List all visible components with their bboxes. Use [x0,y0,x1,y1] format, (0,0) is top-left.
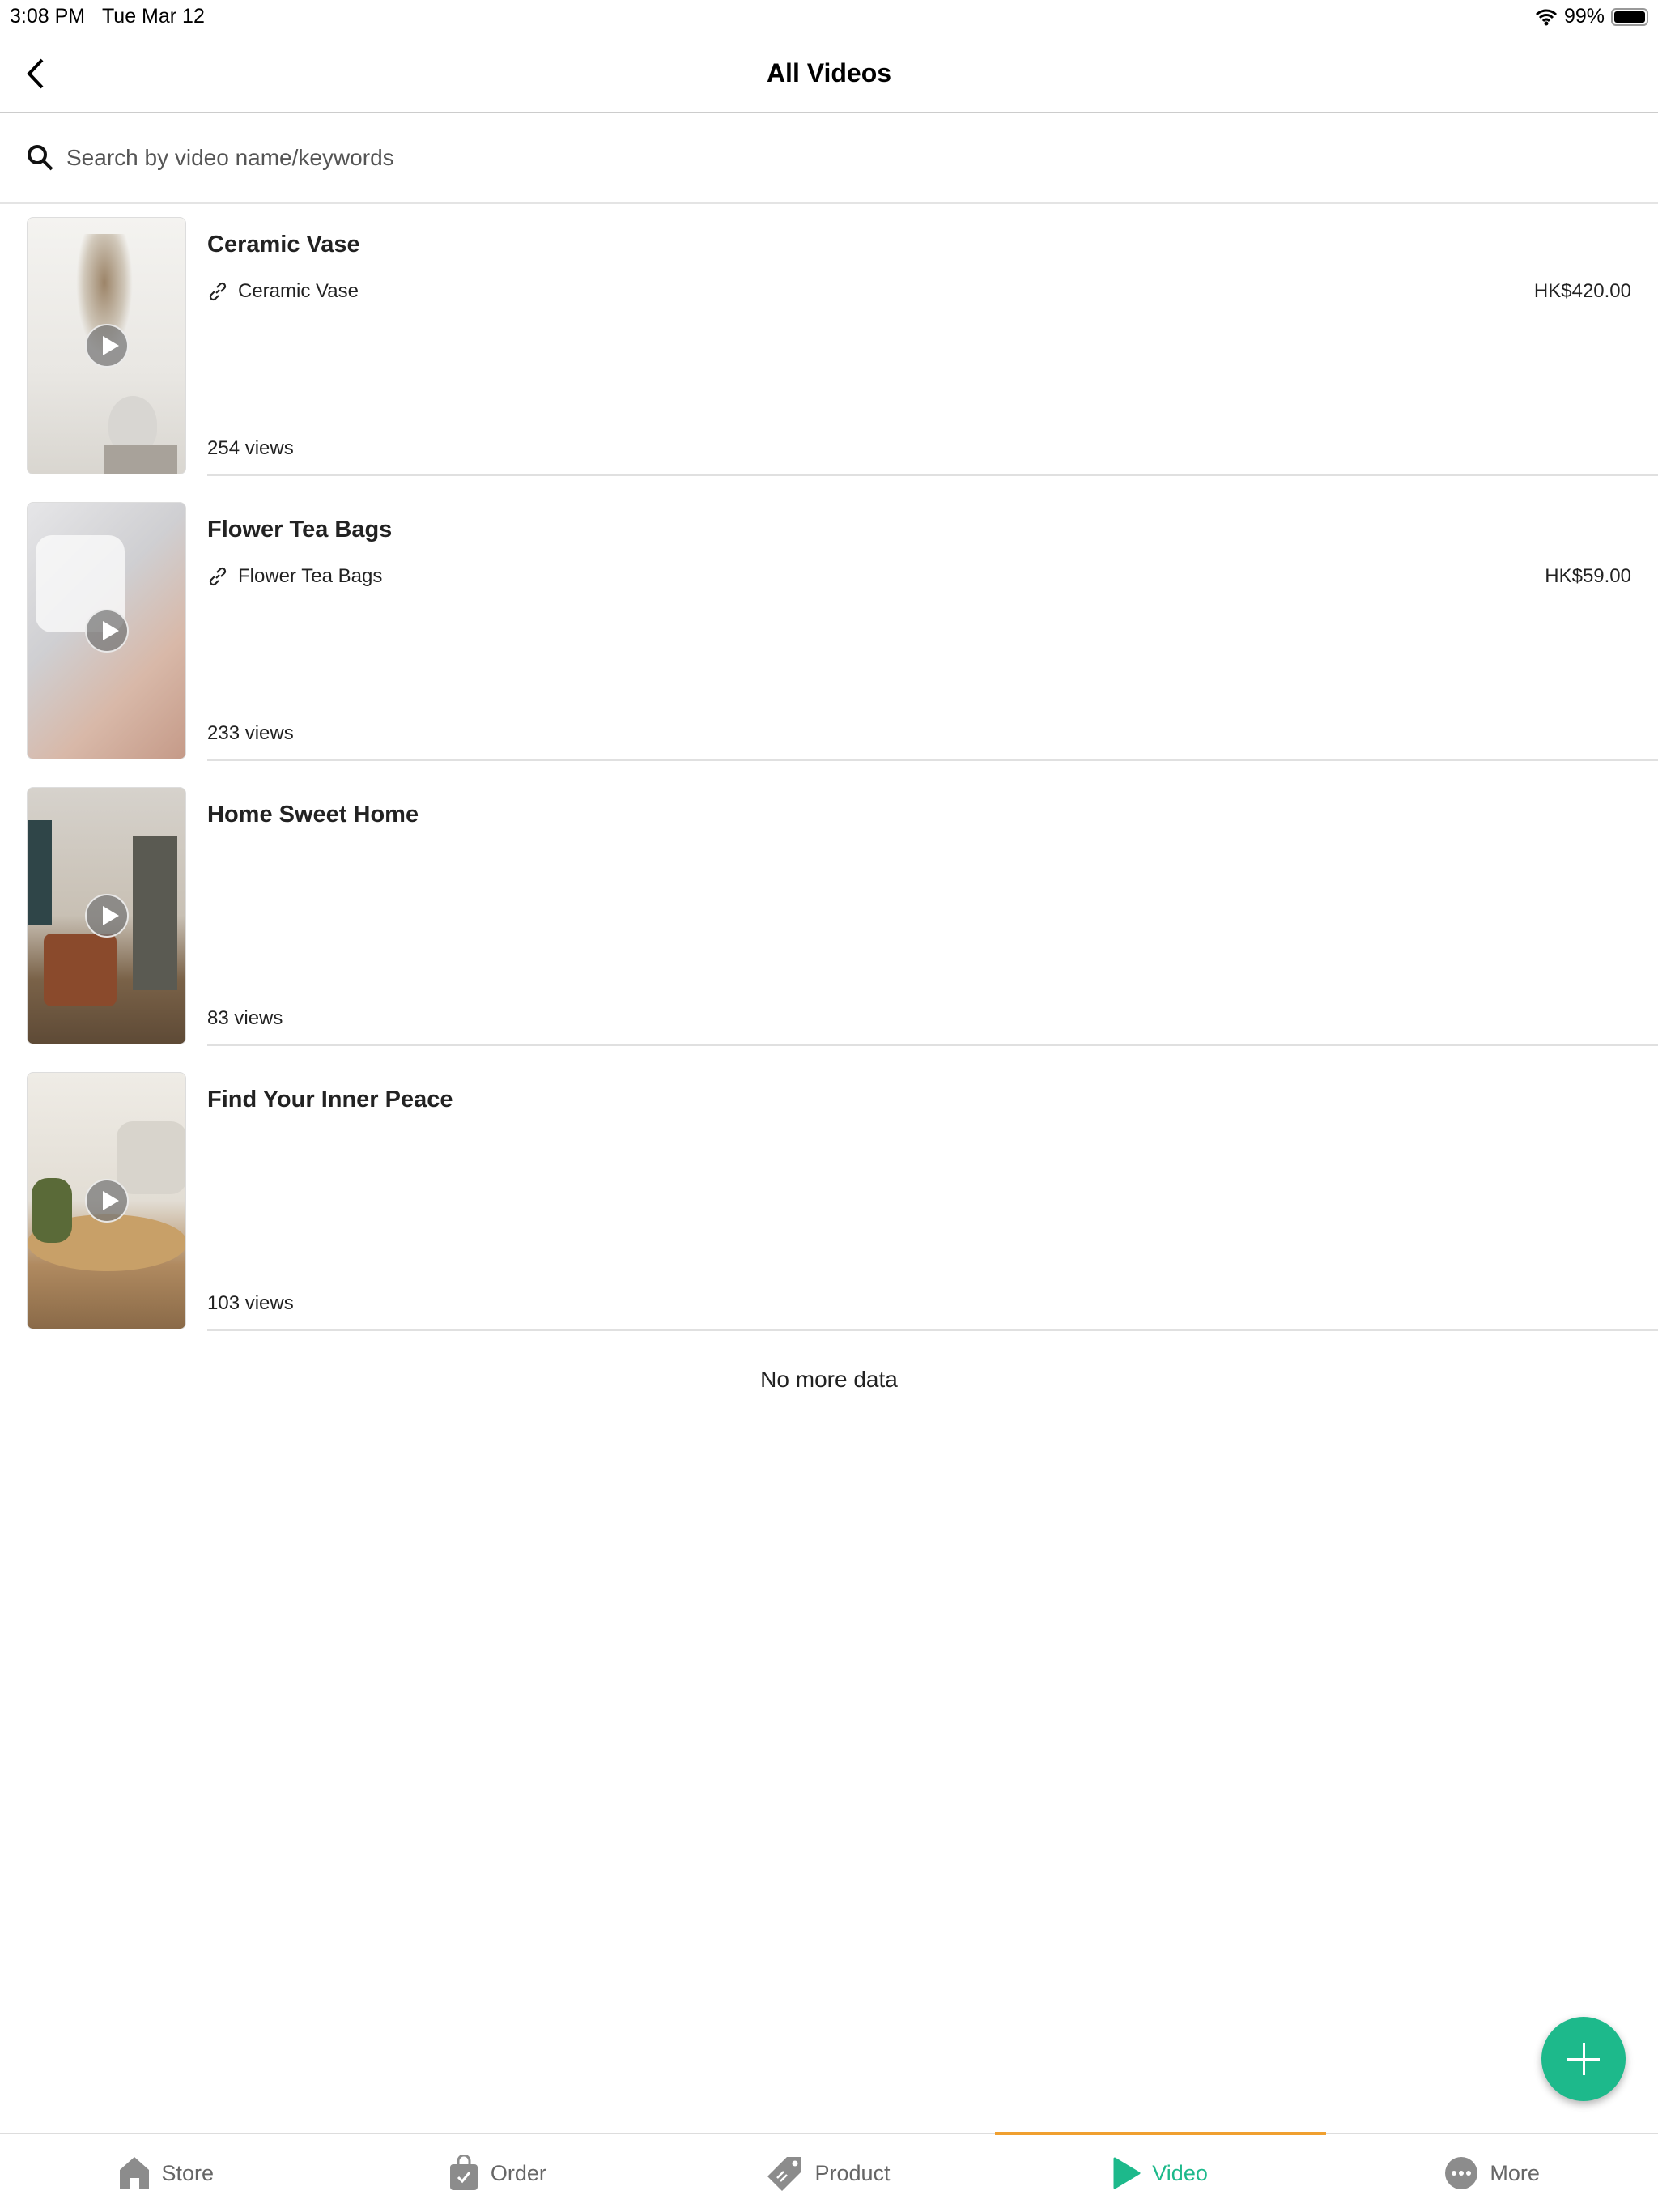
play-icon [84,324,129,368]
tab-product[interactable]: Product [663,2134,995,2212]
play-icon [84,894,129,938]
divider [207,759,1658,761]
view-count: 254 views [207,437,294,459]
link-icon [209,567,227,586]
video-thumbnail[interactable] [27,502,186,759]
video-title: Home Sweet Home [207,802,419,827]
video-item[interactable]: Home Sweet Home 83 views [0,787,1658,1072]
linked-product-name: Ceramic Vase [238,280,359,302]
tab-more[interactable]: More [1326,2134,1658,2212]
video-item[interactable]: Find Your Inner Peace 103 views [0,1072,1658,1357]
divider [207,1329,1658,1331]
video-thumbnail[interactable] [27,217,186,474]
view-count: 233 views [207,722,294,744]
view-count: 103 views [207,1292,294,1314]
status-bar: 3:08 PM Tue Mar 12 99% [0,0,1658,34]
tab-video[interactable]: Video [994,2132,1327,2212]
play-icon [84,609,129,653]
add-video-button[interactable] [1541,2017,1626,2101]
search-input[interactable] [66,145,1524,171]
nav-bar: All Videos [0,34,1658,113]
video-item[interactable]: Flower Tea Bags Flower Tea Bags HK$59.00… [0,502,1658,787]
no-more-data: No more data [760,1367,898,1392]
battery-icon [1611,7,1648,26]
tab-order[interactable]: Order [332,2134,664,2212]
search-icon [28,145,53,171]
play-icon [1113,2157,1141,2189]
video-item[interactable]: Ceramic Vase Ceramic Vase HK$420.00 254 … [0,217,1658,502]
tab-store[interactable]: Store [0,2134,332,2212]
tag-icon [767,2157,802,2191]
video-title: Find Your Inner Peace [207,1087,453,1112]
linked-product[interactable]: Flower Tea Bags [207,565,382,588]
video-thumbnail[interactable] [27,1072,186,1329]
linked-product-name: Flower Tea Bags [238,565,383,587]
link-icon [209,282,227,301]
play-icon [84,1179,129,1223]
status-time: 3:08 PM Tue Mar 12 [10,5,205,28]
divider [207,1044,1658,1046]
tab-label: Video [1152,2160,1208,2185]
video-title: Ceramic Vase [207,232,360,257]
video-thumbnail[interactable] [27,787,186,1044]
tab-label: Product [814,2160,891,2185]
video-title: Flower Tea Bags [207,517,393,542]
tab-label: Order [490,2160,546,2185]
divider [207,474,1658,476]
linked-product[interactable]: Ceramic Vase [207,280,359,303]
tab-label: Store [161,2160,215,2185]
bag-icon [449,2155,478,2190]
tab-bar: Store Order Product Video More [0,2132,1658,2212]
tab-label: More [1490,2160,1540,2185]
wifi-icon [1535,9,1558,25]
product-price: HK$420.00 [1533,280,1631,302]
more-icon [1445,2157,1478,2189]
store-icon [119,2157,149,2189]
search-bar [0,113,1658,204]
view-count: 83 views [207,1007,283,1029]
product-price: HK$59.00 [1545,565,1631,587]
battery-percent: 99% [1563,5,1605,28]
page-title: All Videos [766,58,892,87]
